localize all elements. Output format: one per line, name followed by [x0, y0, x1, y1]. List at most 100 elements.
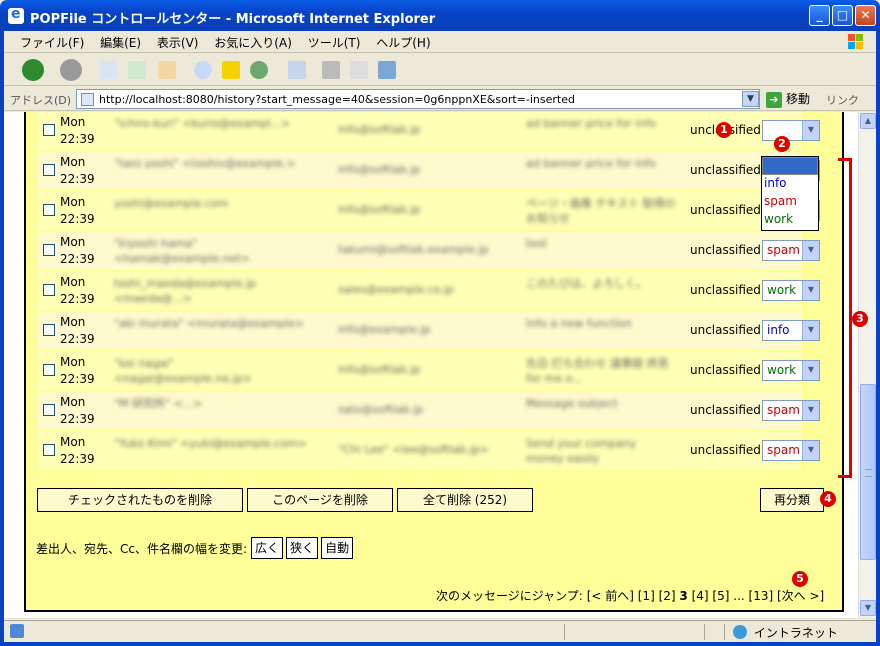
back-icon[interactable]	[22, 59, 44, 81]
table-row: Mon 22:39 "aki murata" <murata@example> inf…	[38, 312, 820, 350]
bucket-select[interactable]: ▼	[762, 120, 820, 141]
callout-3: 3	[852, 311, 868, 327]
row-subject[interactable]: ページ・画像 テキスト 取得のお知らせ	[526, 196, 676, 228]
row-from[interactable]: "Yuko Kimi" <yuki@example.com>	[114, 436, 314, 468]
mail-icon[interactable]	[288, 61, 306, 79]
delete-page-button[interactable]: このページを削除	[247, 488, 393, 512]
reclassify-button[interactable]: 再分類	[760, 488, 824, 512]
history-icon[interactable]	[250, 61, 268, 79]
row-to: info@softlab.jp	[338, 203, 421, 216]
row-checkbox[interactable]	[43, 124, 55, 136]
row-checkbox[interactable]	[43, 164, 55, 176]
chevron-down-icon: ▼	[802, 441, 819, 460]
row-from[interactable]: toshi_maeda@example.jp <maeda@...>	[114, 276, 314, 308]
close-button[interactable]: ✕	[855, 5, 876, 26]
wider-button[interactable]: 広く	[251, 537, 284, 559]
row-subject[interactable]: test	[526, 236, 676, 268]
page-link-13[interactable]: [13]	[749, 589, 774, 603]
page-link-2[interactable]: [2]	[659, 589, 676, 603]
row-checkbox[interactable]	[43, 284, 55, 296]
page-link-4[interactable]: [4]	[692, 589, 709, 603]
page-link-1[interactable]: [1]	[638, 589, 655, 603]
narrower-button[interactable]: 狭く	[286, 537, 319, 559]
table-row: Mon 22:39 "ichiro-kuri" <kurio@exampl...> i…	[38, 112, 820, 150]
windows-logo-icon	[848, 34, 863, 49]
table-row: Mon 22:39 "kei nagai" <nagai@example.ne.jp…	[38, 352, 820, 390]
home-icon[interactable]	[158, 61, 176, 79]
menu-edit[interactable]: 編集(E)	[100, 36, 141, 50]
stop-icon[interactable]	[100, 61, 118, 79]
row-subject[interactable]: このたびは、よろしく。	[526, 276, 676, 308]
row-time: 22:39	[60, 132, 95, 146]
bucket-select[interactable]: work ▼	[762, 280, 820, 301]
bucket-option-work[interactable]: work	[762, 211, 818, 229]
bucket-select[interactable]: spam ▼	[762, 240, 820, 261]
callout-4: 4	[820, 491, 836, 507]
row-from[interactable]: "aki murata" <murata@example>	[114, 316, 314, 348]
scroll-up-icon[interactable]: ▲	[860, 113, 876, 129]
status-bar: イントラネット	[4, 620, 876, 642]
row-checkbox[interactable]	[43, 244, 55, 256]
bucket-option-spam[interactable]: spam	[762, 193, 818, 211]
address-input[interactable]: http://localhost:8080/history?start_mess…	[76, 89, 760, 109]
row-to: takumi@softlab.example.jp	[338, 243, 489, 256]
menu-tools[interactable]: ツール(T)	[308, 36, 361, 50]
bucket-option-info[interactable]: info	[762, 175, 818, 193]
scroll-down-icon[interactable]: ▼	[860, 600, 876, 616]
row-from[interactable]: "ichiro-kuri" <kurio@exampl...>	[114, 116, 314, 148]
row-from[interactable]: yoshi@example.com	[114, 196, 314, 228]
page-prev-link[interactable]: [< 前へ]	[587, 589, 634, 603]
row-checkbox[interactable]	[43, 324, 55, 336]
bucket-select[interactable]: info ▼	[762, 320, 820, 341]
print-icon[interactable]	[322, 61, 340, 79]
table-row: Mon 22:39 "Yuko Kimi" <yuki@example.com> "C…	[38, 432, 820, 470]
row-subject[interactable]: Send your company money easily	[526, 436, 676, 468]
row-from[interactable]: "taro yoshi" <toshiv@example.>	[114, 156, 314, 188]
row-subject[interactable]: Info a new function	[526, 316, 676, 348]
address-bar: アドレス(D) http://localhost:8080/history?st…	[4, 87, 876, 111]
menu-file[interactable]: ファイル(F)	[20, 36, 84, 50]
edit-icon[interactable]	[350, 61, 368, 79]
maximize-button[interactable]: □	[832, 5, 853, 26]
row-subject[interactable]: ad banner price for info	[526, 116, 676, 148]
bucket-option-empty[interactable]	[762, 157, 818, 175]
table-row: Mon 22:39 "taro yoshi" <toshiv@example.> in…	[38, 152, 820, 190]
forward-icon[interactable]	[60, 59, 82, 81]
messenger-icon[interactable]	[378, 61, 396, 79]
row-from[interactable]: "M 研究所" <...>	[114, 396, 314, 428]
bucket-select[interactable]: work ▼	[762, 360, 820, 381]
row-day: Mon	[60, 275, 86, 289]
bucket-select[interactable]: spam ▼	[762, 440, 820, 461]
page-link-5[interactable]: [5]	[712, 589, 729, 603]
bucket-selected: work	[767, 283, 797, 297]
row-from[interactable]: "kei nagai" <nagai@example.ne.jp>	[114, 356, 314, 388]
row-subject[interactable]: ad banner price for info	[526, 156, 676, 188]
row-subject[interactable]: 先日 打ち合わせ 議事録 拝見 for me o...	[526, 356, 676, 388]
row-checkbox[interactable]	[43, 404, 55, 416]
row-checkbox[interactable]	[43, 204, 55, 216]
refresh-icon[interactable]	[128, 61, 146, 79]
row-from[interactable]: "kiyoshi hama" <hamak@example.net>	[114, 236, 314, 268]
minimize-button[interactable]: _	[809, 5, 830, 26]
links-label[interactable]: リンク	[826, 92, 859, 108]
vertical-scrollbar[interactable]: ▲ ▼	[858, 112, 876, 618]
delete-all-button[interactable]: 全て削除 (252)	[397, 488, 533, 512]
row-subject[interactable]: Message subject	[526, 396, 676, 428]
menu-help[interactable]: ヘルプ(H)	[376, 36, 430, 50]
search-icon[interactable]	[194, 61, 212, 79]
delete-checked-button[interactable]: チェックされたものを削除	[37, 488, 243, 512]
menu-favorites[interactable]: お気に入り(A)	[214, 36, 292, 50]
bucket-select[interactable]: spam ▼	[762, 400, 820, 421]
menu-view[interactable]: 表示(V)	[157, 36, 199, 50]
row-checkbox[interactable]	[43, 364, 55, 376]
page-next-link[interactable]: [次へ >]	[777, 589, 824, 603]
scroll-thumb[interactable]	[860, 384, 876, 560]
go-button[interactable]: ➜ 移動	[766, 90, 810, 108]
row-checkbox[interactable]	[43, 444, 55, 456]
row-classification: unclassified	[690, 403, 761, 417]
go-label: 移動	[786, 92, 811, 106]
page-icon	[81, 93, 94, 106]
favorites-star-icon[interactable]	[222, 61, 240, 79]
auto-width-button[interactable]: 自動	[321, 537, 354, 559]
address-dropdown-icon[interactable]: ▼	[742, 91, 759, 107]
